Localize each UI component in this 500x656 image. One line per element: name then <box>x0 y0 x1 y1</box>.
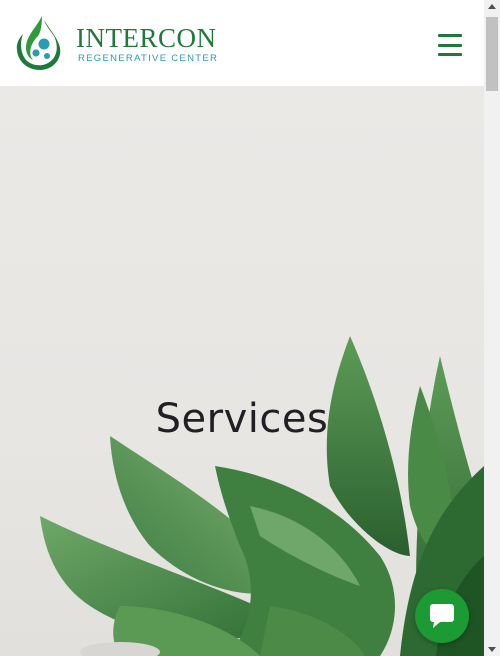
chat-button[interactable] <box>415 589 469 643</box>
brand-logo[interactable]: INTERCON REGENERATIVE CENTER <box>14 14 218 72</box>
vertical-scrollbar[interactable] <box>484 0 500 656</box>
site-header: INTERCON REGENERATIVE CENTER <box>0 0 484 86</box>
scrollbar-thumb[interactable] <box>486 17 498 91</box>
hamburger-menu-icon[interactable] <box>438 34 462 56</box>
brand-tagline: REGENERATIVE CENTER <box>78 52 219 64</box>
scroll-down-arrow-icon[interactable] <box>488 647 496 652</box>
chat-bubble-icon <box>430 604 454 628</box>
scroll-up-arrow-icon[interactable] <box>488 4 496 9</box>
succulent-plant-image <box>40 336 484 656</box>
page-title: Services <box>155 396 329 442</box>
logo-drop-icon <box>16 16 61 70</box>
brand-name: INTERCON <box>76 22 217 53</box>
hero-banner: Services <box>0 86 484 656</box>
page-viewport: INTERCON REGENERATIVE CENTER Services <box>0 0 484 656</box>
